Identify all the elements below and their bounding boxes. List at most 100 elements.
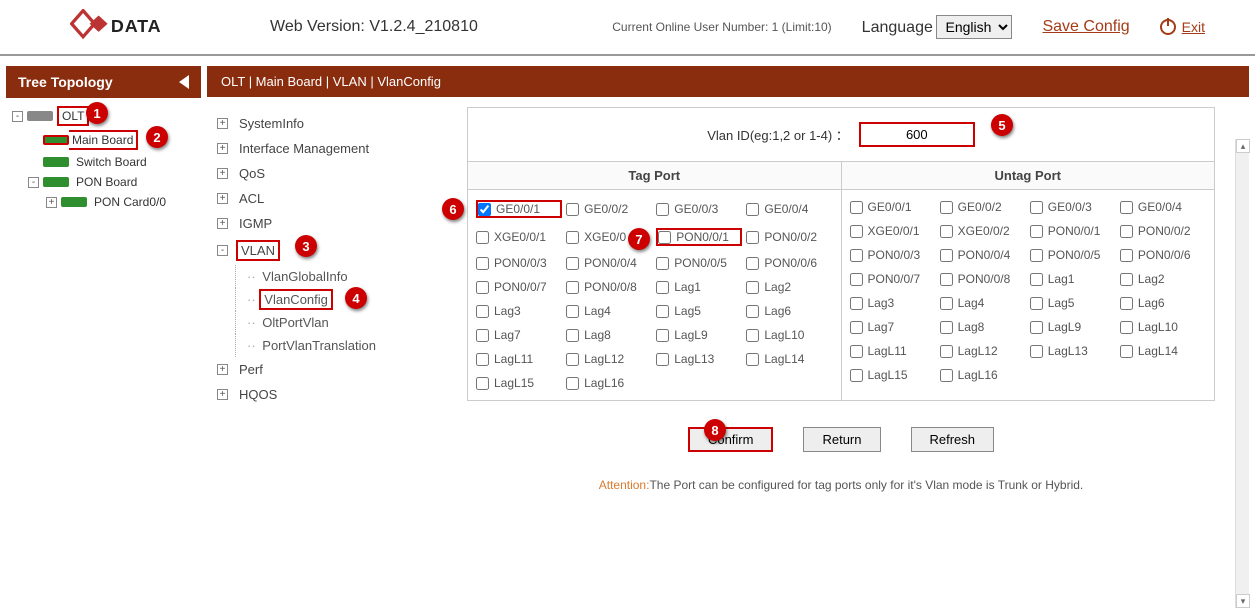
tree-node-switch-board[interactable]: Switch Board bbox=[28, 152, 201, 172]
untag-port-Lag3[interactable]: Lag3 bbox=[850, 296, 936, 310]
tag-port-Lag8[interactable]: Lag8 bbox=[566, 328, 652, 342]
tag-port-LagL14[interactable]: LagL14 bbox=[746, 352, 832, 366]
untag-port-PON0/0/5[interactable]: PON0/0/5 bbox=[1030, 248, 1116, 262]
untag-port-GE0/0/1[interactable]: GE0/0/1 bbox=[850, 200, 936, 214]
port-checkbox[interactable] bbox=[940, 321, 953, 334]
tag-port-PON0/0/8[interactable]: PON0/0/8 bbox=[566, 280, 652, 294]
untag-port-PON0/0/1[interactable]: PON0/0/1 bbox=[1030, 224, 1116, 238]
tag-port-LagL15[interactable]: LagL15 bbox=[476, 376, 562, 390]
port-checkbox[interactable] bbox=[746, 281, 759, 294]
untag-port-PON0/0/4[interactable]: PON0/0/4 bbox=[940, 248, 1026, 262]
port-checkbox[interactable] bbox=[940, 249, 953, 262]
port-checkbox[interactable] bbox=[1120, 273, 1133, 286]
port-checkbox[interactable] bbox=[656, 203, 669, 216]
port-checkbox[interactable] bbox=[1120, 201, 1133, 214]
expand-icon[interactable]: + bbox=[46, 197, 57, 208]
menu-igmp[interactable]: +IGMP bbox=[217, 211, 457, 236]
refresh-button[interactable]: Refresh bbox=[911, 427, 995, 452]
menu-perf[interactable]: +Perf bbox=[217, 357, 457, 382]
port-checkbox[interactable] bbox=[940, 369, 953, 382]
tag-port-GE0/0/3[interactable]: GE0/0/3 bbox=[656, 200, 742, 218]
port-checkbox[interactable] bbox=[746, 353, 759, 366]
port-checkbox[interactable] bbox=[850, 369, 863, 382]
menu-port-vlan-trans[interactable]: ·· PortVlanTranslation bbox=[247, 334, 457, 357]
untag-port-Lag7[interactable]: Lag7 bbox=[850, 320, 936, 334]
expand-icon[interactable]: - bbox=[28, 177, 39, 188]
tag-port-XGE0/0/1[interactable]: XGE0/0/1 bbox=[476, 228, 562, 246]
port-checkbox[interactable] bbox=[850, 201, 863, 214]
untag-port-GE0/0/2[interactable]: GE0/0/2 bbox=[940, 200, 1026, 214]
tag-port-LagL12[interactable]: LagL12 bbox=[566, 352, 652, 366]
menu-hqos[interactable]: +HQOS bbox=[217, 382, 457, 407]
port-checkbox[interactable] bbox=[566, 377, 579, 390]
menu-vlan-global[interactable]: ·· VlanGlobalInfo bbox=[247, 265, 457, 288]
untag-port-Lag5[interactable]: Lag5 bbox=[1030, 296, 1116, 310]
expand-icon[interactable]: - bbox=[12, 111, 23, 122]
confirm-button[interactable]: Confirm bbox=[688, 427, 774, 452]
menu-qos[interactable]: +QoS bbox=[217, 161, 457, 186]
return-button[interactable]: Return bbox=[803, 427, 880, 452]
tag-port-PON0/0/3[interactable]: PON0/0/3 bbox=[476, 256, 562, 270]
port-checkbox[interactable] bbox=[940, 225, 953, 238]
tree-node-olt[interactable]: - OLT 1 bbox=[12, 104, 201, 128]
port-checkbox[interactable] bbox=[1120, 249, 1133, 262]
untag-port-LagL16[interactable]: LagL16 bbox=[940, 368, 1026, 382]
menu-acl[interactable]: +ACL bbox=[217, 186, 457, 211]
tag-port-PON0/0/5[interactable]: PON0/0/5 bbox=[656, 256, 742, 270]
port-checkbox[interactable] bbox=[566, 329, 579, 342]
untag-port-LagL13[interactable]: LagL13 bbox=[1030, 344, 1116, 358]
tag-port-LagL11[interactable]: LagL11 bbox=[476, 352, 562, 366]
scroll-down-icon[interactable]: ▾ bbox=[1236, 594, 1250, 608]
menu-interface-mgmt[interactable]: +Interface Management bbox=[217, 136, 457, 161]
untag-port-LagL14[interactable]: LagL14 bbox=[1120, 344, 1206, 358]
tree-header[interactable]: Tree Topology bbox=[6, 66, 201, 98]
vlan-id-input[interactable] bbox=[859, 122, 975, 147]
port-checkbox[interactable] bbox=[850, 225, 863, 238]
port-checkbox[interactable] bbox=[940, 297, 953, 310]
port-checkbox[interactable] bbox=[746, 305, 759, 318]
untag-port-PON0/0/7[interactable]: PON0/0/7 bbox=[850, 272, 936, 286]
untag-port-LagL10[interactable]: LagL10 bbox=[1120, 320, 1206, 334]
tag-port-Lag7[interactable]: Lag7 bbox=[476, 328, 562, 342]
port-checkbox[interactable] bbox=[940, 345, 953, 358]
port-checkbox[interactable] bbox=[656, 305, 669, 318]
language-select[interactable]: English bbox=[936, 15, 1012, 39]
port-checkbox[interactable] bbox=[1030, 225, 1043, 238]
port-checkbox[interactable] bbox=[940, 201, 953, 214]
port-checkbox[interactable] bbox=[1120, 297, 1133, 310]
port-checkbox[interactable] bbox=[1030, 249, 1043, 262]
port-checkbox[interactable] bbox=[566, 257, 579, 270]
untag-port-Lag1[interactable]: Lag1 bbox=[1030, 272, 1116, 286]
port-checkbox[interactable] bbox=[850, 345, 863, 358]
tag-port-PON0/0/2[interactable]: PON0/0/2 bbox=[746, 228, 832, 246]
port-checkbox[interactable] bbox=[476, 281, 489, 294]
untag-port-Lag6[interactable]: Lag6 bbox=[1120, 296, 1206, 310]
tag-port-LagL16[interactable]: LagL16 bbox=[566, 376, 652, 390]
port-checkbox[interactable] bbox=[850, 273, 863, 286]
port-checkbox[interactable] bbox=[656, 257, 669, 270]
untag-port-PON0/0/2[interactable]: PON0/0/2 bbox=[1120, 224, 1206, 238]
port-checkbox[interactable] bbox=[1030, 345, 1043, 358]
port-checkbox[interactable] bbox=[746, 329, 759, 342]
tree-node-pon-card[interactable]: + PON Card0/0 bbox=[46, 192, 201, 212]
untag-port-PON0/0/8[interactable]: PON0/0/8 bbox=[940, 272, 1026, 286]
port-checkbox[interactable] bbox=[656, 329, 669, 342]
port-checkbox[interactable] bbox=[476, 231, 489, 244]
port-checkbox[interactable] bbox=[476, 353, 489, 366]
save-config-link[interactable]: Save Config bbox=[1042, 18, 1129, 36]
untag-port-LagL15[interactable]: LagL15 bbox=[850, 368, 936, 382]
port-checkbox[interactable] bbox=[566, 353, 579, 366]
menu-olt-port-vlan[interactable]: ·· OltPortVlan bbox=[247, 311, 457, 334]
untag-port-LagL9[interactable]: LagL9 bbox=[1030, 320, 1116, 334]
untag-port-PON0/0/6[interactable]: PON0/0/6 bbox=[1120, 248, 1206, 262]
port-checkbox[interactable] bbox=[746, 257, 759, 270]
untag-port-PON0/0/3[interactable]: PON0/0/3 bbox=[850, 248, 936, 262]
tag-port-LagL9[interactable]: LagL9 bbox=[656, 328, 742, 342]
exit-link[interactable]: Exit bbox=[1182, 19, 1205, 35]
port-checkbox[interactable] bbox=[566, 305, 579, 318]
untag-port-Lag2[interactable]: Lag2 bbox=[1120, 272, 1206, 286]
tag-port-GE0/0/4[interactable]: GE0/0/4 bbox=[746, 200, 832, 218]
untag-port-GE0/0/3[interactable]: GE0/0/3 bbox=[1030, 200, 1116, 214]
port-checkbox[interactable] bbox=[476, 377, 489, 390]
tree-node-pon-board[interactable]: - PON Board bbox=[28, 172, 201, 192]
